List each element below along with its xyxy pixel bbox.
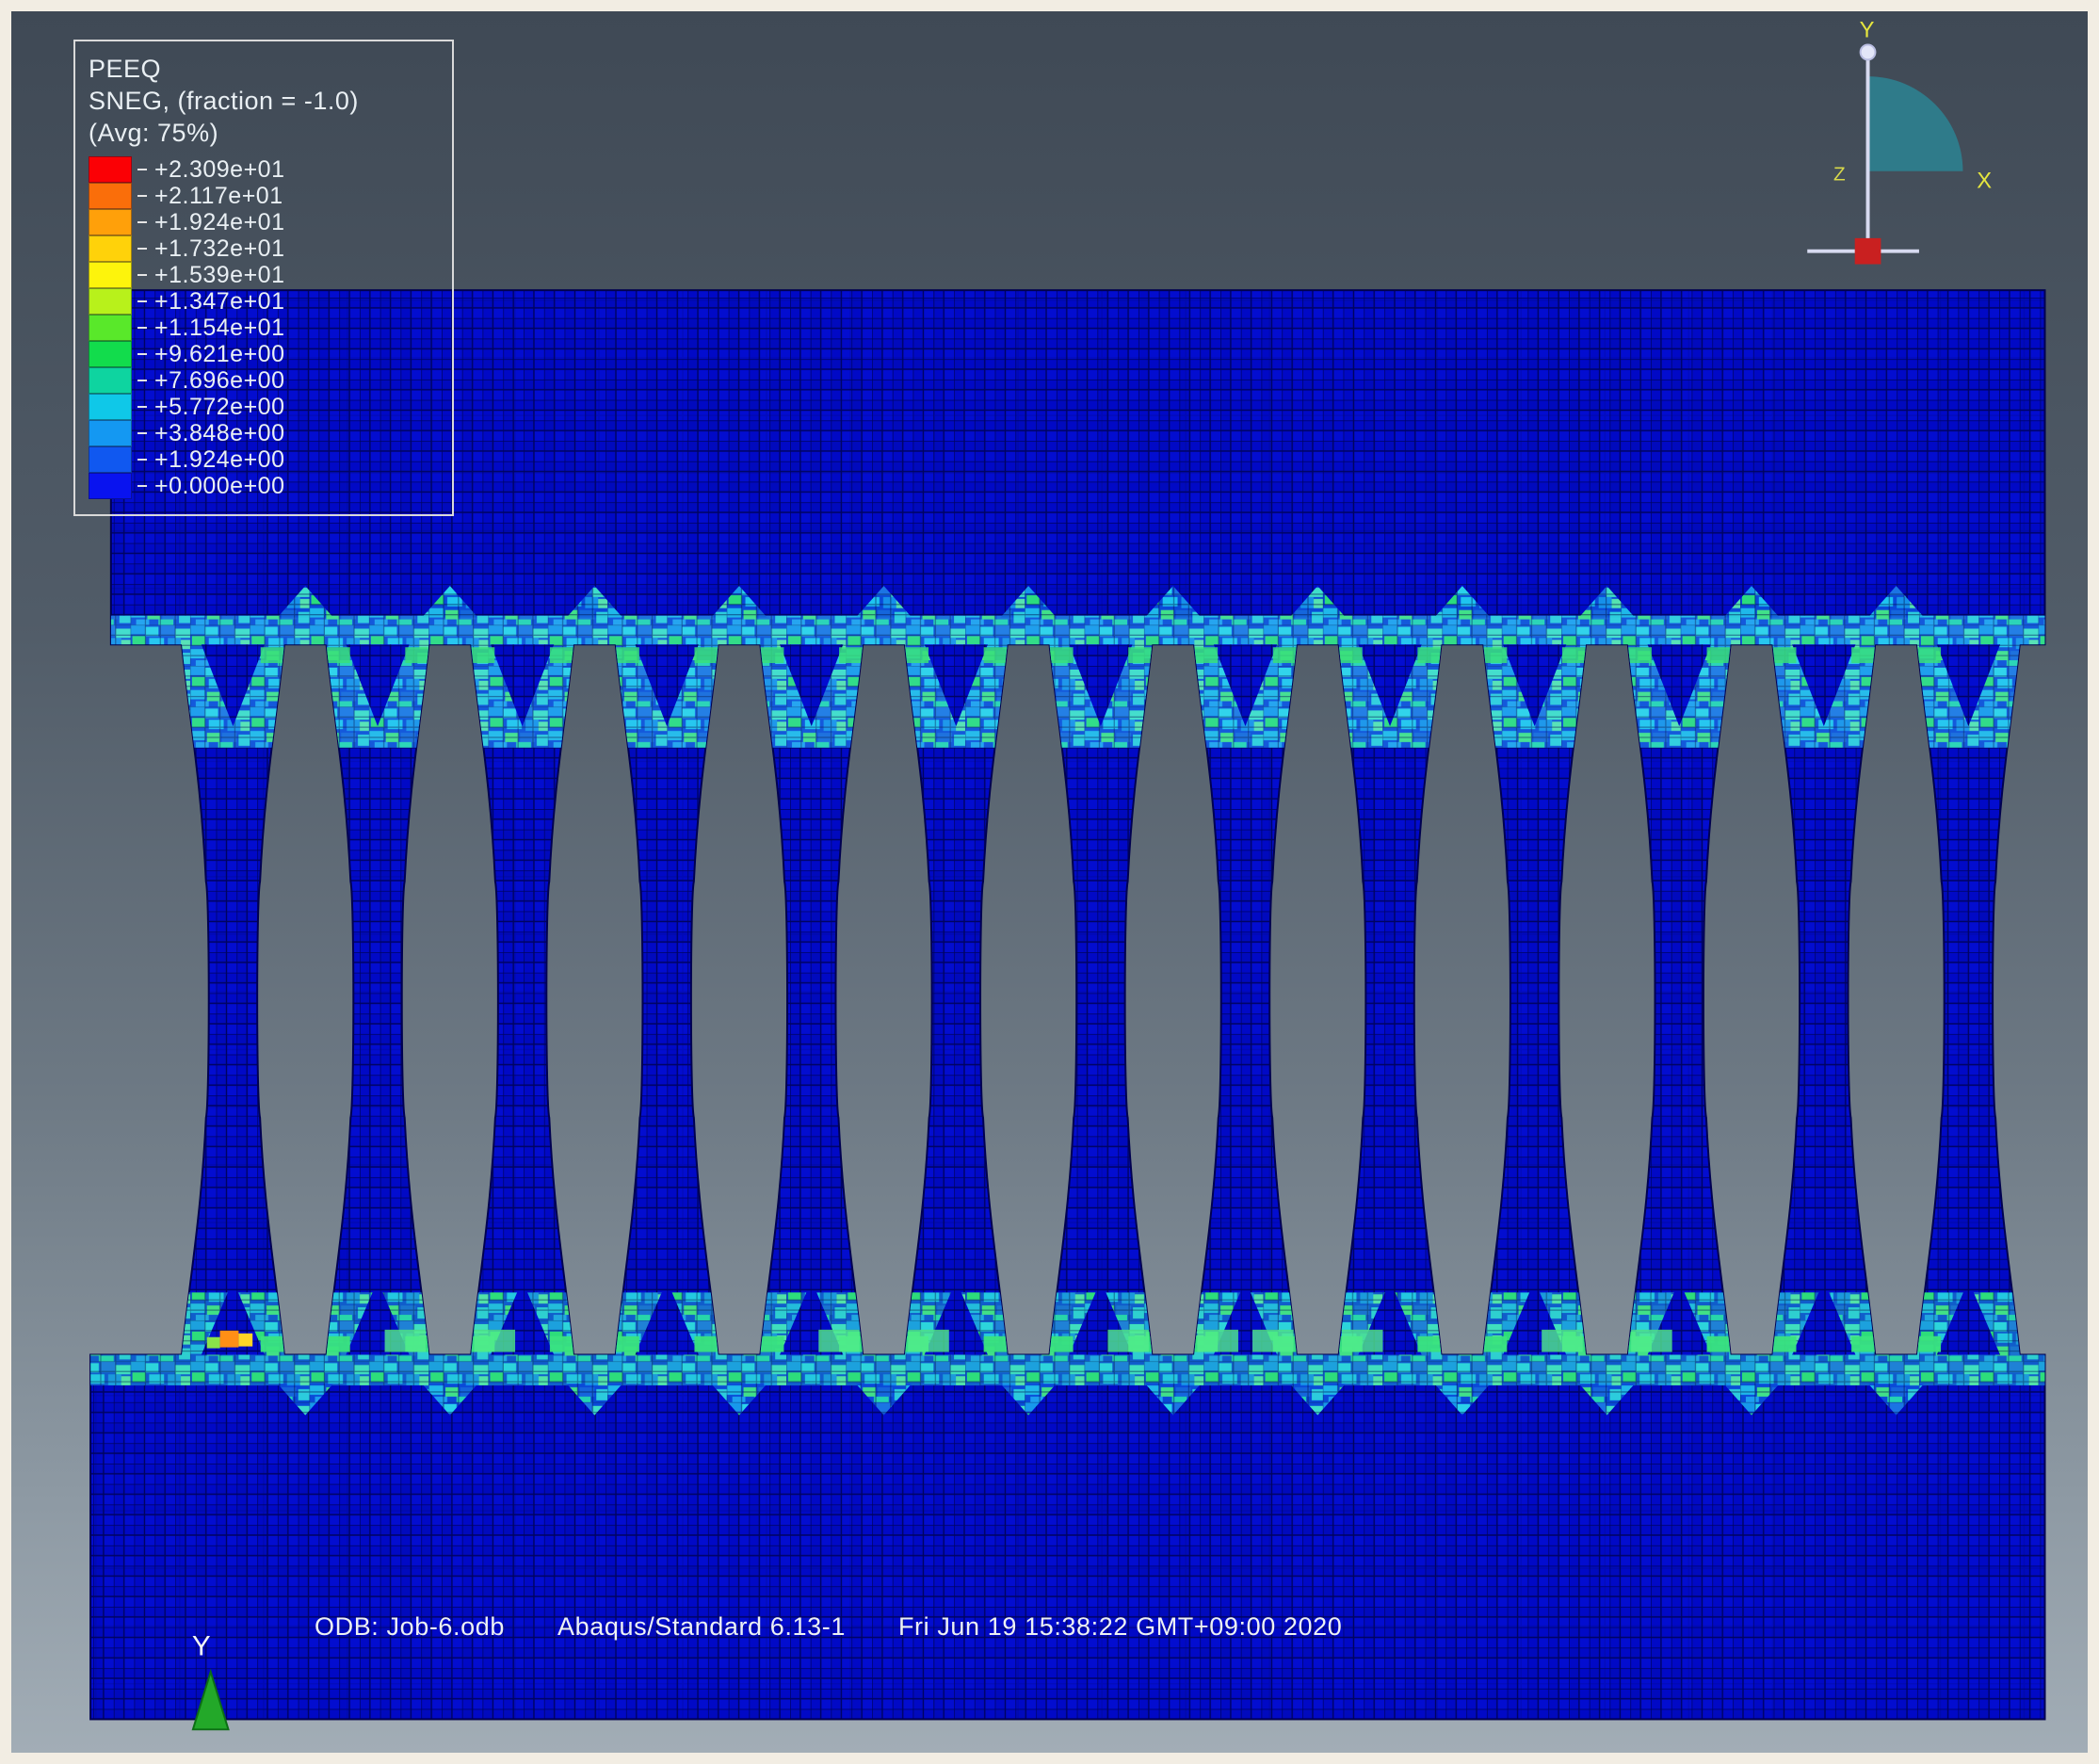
- legend-entry: +1.154e+01: [89, 315, 439, 341]
- legend-entry: +2.309e+01: [89, 156, 439, 183]
- legend-value: +1.924e+01: [154, 209, 284, 236]
- legend-entry: +9.621e+00: [89, 341, 439, 367]
- legend-value: +2.117e+01: [154, 183, 283, 210]
- legend-value: +1.347e+01: [154, 288, 284, 316]
- legend-tick: [137, 300, 147, 302]
- legend-color-swatch: [89, 420, 132, 446]
- legend-value: +5.772e+00: [154, 394, 284, 421]
- legend-value: +2.309e+01: [154, 156, 284, 184]
- y-axis-label: Y: [192, 1630, 211, 1661]
- legend-tick: [137, 327, 147, 329]
- triad-quarter-disc: [1868, 76, 1963, 171]
- legend-value: +1.539e+01: [154, 262, 284, 289]
- legend-color-swatch: [89, 341, 132, 367]
- legend-value: +0.000e+00: [154, 473, 284, 500]
- legend-color-swatch: [89, 183, 132, 209]
- legend-value: +7.696e+00: [154, 367, 284, 395]
- legend-entry: +1.924e+00: [89, 446, 439, 473]
- timestamp: Fri Jun 19 15:38:22 GMT+09:00 2020: [898, 1612, 1342, 1642]
- legend-entry: +3.848e+00: [89, 420, 439, 446]
- legend: PEEQ SNEG, (fraction = -1.0) (Avg: 75%) …: [73, 40, 454, 516]
- legend-tick: [137, 432, 147, 434]
- legend-value: +3.848e+00: [154, 420, 284, 447]
- legend-tick: [137, 353, 147, 355]
- legend-title: PEEQ: [89, 53, 439, 85]
- legend-subtitle: SNEG, (fraction = -1.0): [89, 85, 439, 117]
- solver-version: Abaqus/Standard 6.13-1: [557, 1612, 846, 1642]
- hotspot-yellow: [238, 1334, 252, 1347]
- legend-entry: +2.117e+01: [89, 183, 439, 209]
- legend-value: +1.924e+00: [154, 446, 284, 474]
- legend-scale: +2.309e+01+2.117e+01+1.924e+01+1.732e+01…: [89, 156, 439, 499]
- triad-z-label: Z: [1833, 164, 1846, 186]
- legend-color-swatch: [89, 446, 132, 473]
- legend-value: +9.621e+00: [154, 341, 284, 368]
- legend-entry: +0.000e+00: [89, 473, 439, 499]
- triad-top-ball: [1861, 45, 1876, 60]
- legend-entry: +1.732e+01: [89, 235, 439, 262]
- legend-value: +1.732e+01: [154, 235, 284, 263]
- view-triad-icon: Y X Z: [1807, 19, 1992, 265]
- legend-color-swatch: [89, 394, 132, 420]
- legend-color-swatch: [89, 209, 132, 235]
- odb-name: ODB: Job-6.odb: [315, 1612, 505, 1642]
- triad-origin-marker: [1855, 238, 1881, 265]
- legend-color-swatch: [89, 315, 132, 341]
- legend-tick: [137, 459, 147, 461]
- legend-value: +1.154e+01: [154, 315, 284, 342]
- legend-tick: [137, 406, 147, 408]
- legend-tick: [137, 274, 147, 276]
- legend-color-swatch: [89, 156, 132, 183]
- legend-color-swatch: [89, 288, 132, 315]
- legend-tick: [137, 248, 147, 250]
- legend-entry: +7.696e+00: [89, 367, 439, 394]
- legend-tick: [137, 221, 147, 223]
- legend-color-swatch: [89, 235, 132, 262]
- legend-tick: [137, 195, 147, 197]
- legend-entry: +1.539e+01: [89, 262, 439, 288]
- legend-tick: [137, 169, 147, 170]
- triad-y-label: Y: [1860, 19, 1875, 43]
- viewport[interactable]: Y X Z Y PEEQ SNEG, (fraction = -1.0) (Avg: …: [11, 11, 2088, 1753]
- hotspot-green: [207, 1337, 220, 1349]
- hotspot-orange: [220, 1331, 239, 1348]
- legend-entry: +1.924e+01: [89, 209, 439, 235]
- legend-tick: [137, 485, 147, 487]
- legend-averaging: (Avg: 75%): [89, 117, 439, 149]
- abaqus-window: Y X Z Y PEEQ SNEG, (fraction = -1.0) (Avg: …: [0, 0, 2099, 1764]
- legend-entry: +1.347e+01: [89, 288, 439, 315]
- status-line: ODB: Job-6.odb Abaqus/Standard 6.13-1 Fr…: [315, 1612, 1342, 1642]
- legend-entry: +5.772e+00: [89, 394, 439, 420]
- legend-color-swatch: [89, 262, 132, 288]
- legend-color-swatch: [89, 367, 132, 394]
- legend-color-swatch: [89, 473, 132, 499]
- legend-tick: [137, 380, 147, 381]
- triad-x-label: X: [1977, 170, 1992, 194]
